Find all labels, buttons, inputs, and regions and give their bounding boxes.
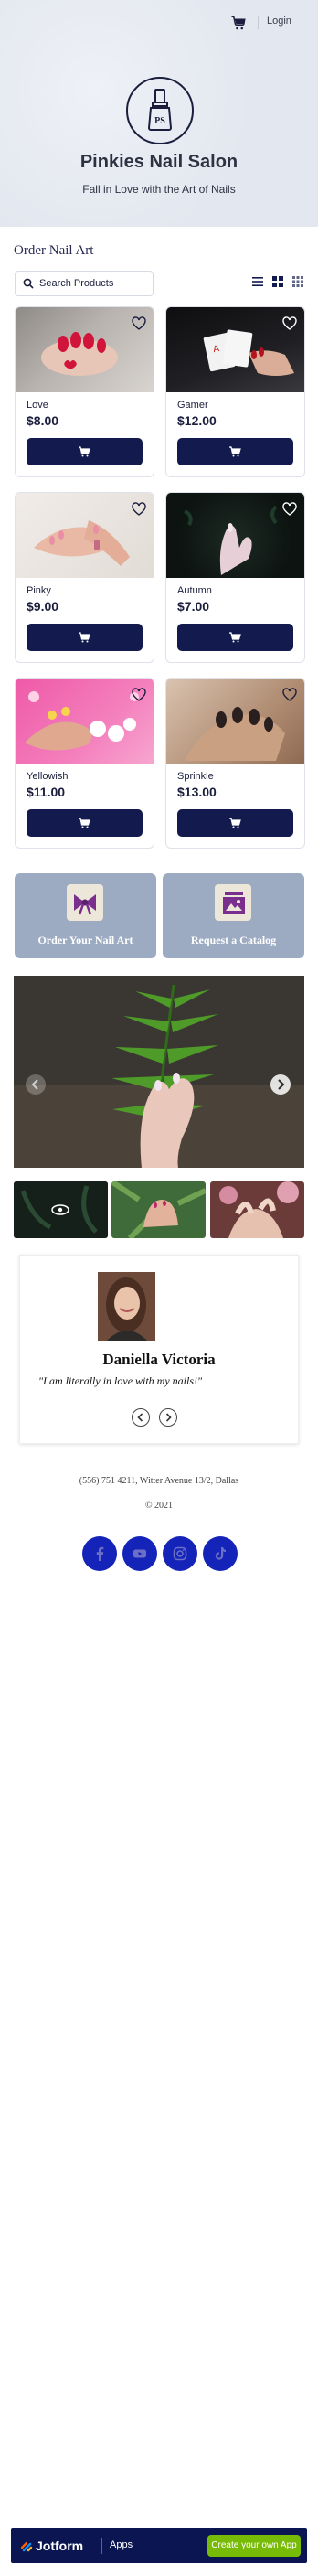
slider-next-button[interactable] <box>270 1074 291 1095</box>
product-price: $9.00 <box>26 599 59 614</box>
youtube-icon <box>133 1549 146 1558</box>
cart-icon <box>229 818 241 828</box>
hero-banner: Login PS Pinkies Nail Salon Fall in Love… <box>0 0 318 227</box>
footer-divider <box>101 2538 102 2554</box>
list-view-icon[interactable] <box>252 276 263 287</box>
chevron-left-icon <box>31 1079 38 1090</box>
heart-icon[interactable] <box>282 316 297 331</box>
login-link[interactable]: Login <box>267 16 292 27</box>
product-name: Pinky <box>26 585 51 596</box>
search-icon <box>23 278 34 289</box>
heart-icon[interactable] <box>132 502 146 517</box>
apps-label: Apps <box>110 2539 133 2550</box>
request-catalog-button[interactable]: Request a Catalog <box>163 873 304 958</box>
facebook-icon <box>96 1546 104 1561</box>
tiktok-icon <box>215 1547 226 1560</box>
order-nail-art-button[interactable]: Order Your Nail Art <box>15 873 156 958</box>
contact-info: (556) 751 4211, Witter Avenue 13/2, Dall… <box>79 1476 239 1486</box>
product-name: Sprinkle <box>177 771 214 782</box>
catalog-label: Request a Catalog <box>190 934 277 946</box>
cart-icon <box>79 446 90 457</box>
topbar-divider <box>258 16 259 29</box>
jotform-footer-bar: Jotform Apps Create your own App <box>11 2528 307 2563</box>
product-card[interactable]: A Gamer $12.00 <box>165 306 305 477</box>
bow-icon <box>67 884 103 921</box>
cart-icon <box>79 818 90 828</box>
facebook-button[interactable] <box>82 1536 117 1571</box>
product-card[interactable]: Pinky $9.00 <box>15 492 154 663</box>
product-price: $11.00 <box>26 785 66 799</box>
logo: PS <box>126 77 194 144</box>
product-card[interactable]: Autumn $7.00 <box>165 492 305 663</box>
jotform-logo-text: Jotform <box>36 2539 84 2553</box>
cart-icon[interactable] <box>230 15 247 31</box>
instagram-icon <box>173 1546 187 1561</box>
product-name: Yellowish <box>26 771 69 782</box>
cart-icon <box>79 632 90 643</box>
product-name: Gamer <box>177 400 208 411</box>
heart-icon[interactable] <box>132 316 146 331</box>
slider-thumbnail[interactable] <box>111 1181 206 1238</box>
product-name: Love <box>26 400 48 411</box>
heart-icon[interactable] <box>282 688 297 702</box>
compact-grid-icon[interactable] <box>292 276 303 287</box>
add-to-cart-button[interactable] <box>177 438 293 465</box>
brand-subtitle: Fall in Love with the Art of Nails <box>82 183 236 196</box>
brand-title: Pinkies Nail Salon <box>80 152 238 172</box>
testimonial-prev-button[interactable] <box>132 1408 150 1427</box>
catalog-title: Order Nail Art <box>14 243 94 258</box>
order-label: Order Your Nail Art <box>37 934 133 946</box>
copyright: © 2021 <box>144 1501 174 1511</box>
testimonial-next-button[interactable] <box>159 1408 177 1427</box>
jotform-logo[interactable]: Jotform <box>20 2539 83 2553</box>
search-input[interactable] <box>39 275 147 292</box>
testimonial-name: Daniella Victoria <box>102 1351 216 1368</box>
product-price: $8.00 <box>26 413 59 428</box>
product-price: $13.00 <box>177 785 217 799</box>
slider-thumbnail[interactable] <box>14 1181 108 1238</box>
testimonial-card: Daniella Victoria "I am literally in lov… <box>19 1255 299 1444</box>
jotform-logo-icon <box>20 2541 33 2552</box>
cart-icon <box>229 632 241 643</box>
add-to-cart-button[interactable] <box>177 809 293 837</box>
product-price: $12.00 <box>177 413 217 428</box>
product-price: $7.00 <box>177 599 210 614</box>
slider-thumbnail[interactable] <box>210 1181 304 1238</box>
product-name: Autumn <box>177 585 212 596</box>
product-card[interactable]: Love $8.00 <box>15 306 154 477</box>
svg-text:PS: PS <box>154 116 165 126</box>
avatar <box>98 1272 155 1341</box>
chevron-right-icon <box>278 1079 285 1090</box>
slider-prev-button[interactable] <box>26 1074 46 1095</box>
add-to-cart-button[interactable] <box>26 438 143 465</box>
add-to-cart-button[interactable] <box>26 809 143 837</box>
catalog-image-icon <box>215 884 251 921</box>
heart-icon[interactable] <box>282 502 297 517</box>
image-slider[interactable] <box>14 976 304 1168</box>
chevron-left-icon <box>137 1413 143 1422</box>
add-to-cart-button[interactable] <box>26 624 143 651</box>
nail-polish-icon: PS <box>147 89 173 131</box>
create-app-button[interactable]: Create your own App <box>207 2535 301 2557</box>
search-box[interactable] <box>15 271 154 296</box>
heart-icon[interactable] <box>132 688 146 702</box>
instagram-button[interactable] <box>163 1536 197 1571</box>
product-card[interactable]: Sprinkle $13.00 <box>165 678 305 849</box>
add-to-cart-button[interactable] <box>177 624 293 651</box>
product-card[interactable]: Yellowish $11.00 <box>15 678 154 849</box>
grid-view-icon[interactable] <box>272 276 283 287</box>
cart-icon <box>229 446 241 457</box>
chevron-right-icon <box>165 1413 172 1422</box>
tiktok-button[interactable] <box>203 1536 238 1571</box>
testimonial-quote: "I am literally in love with my nails!" <box>38 1374 203 1387</box>
youtube-button[interactable] <box>122 1536 157 1571</box>
